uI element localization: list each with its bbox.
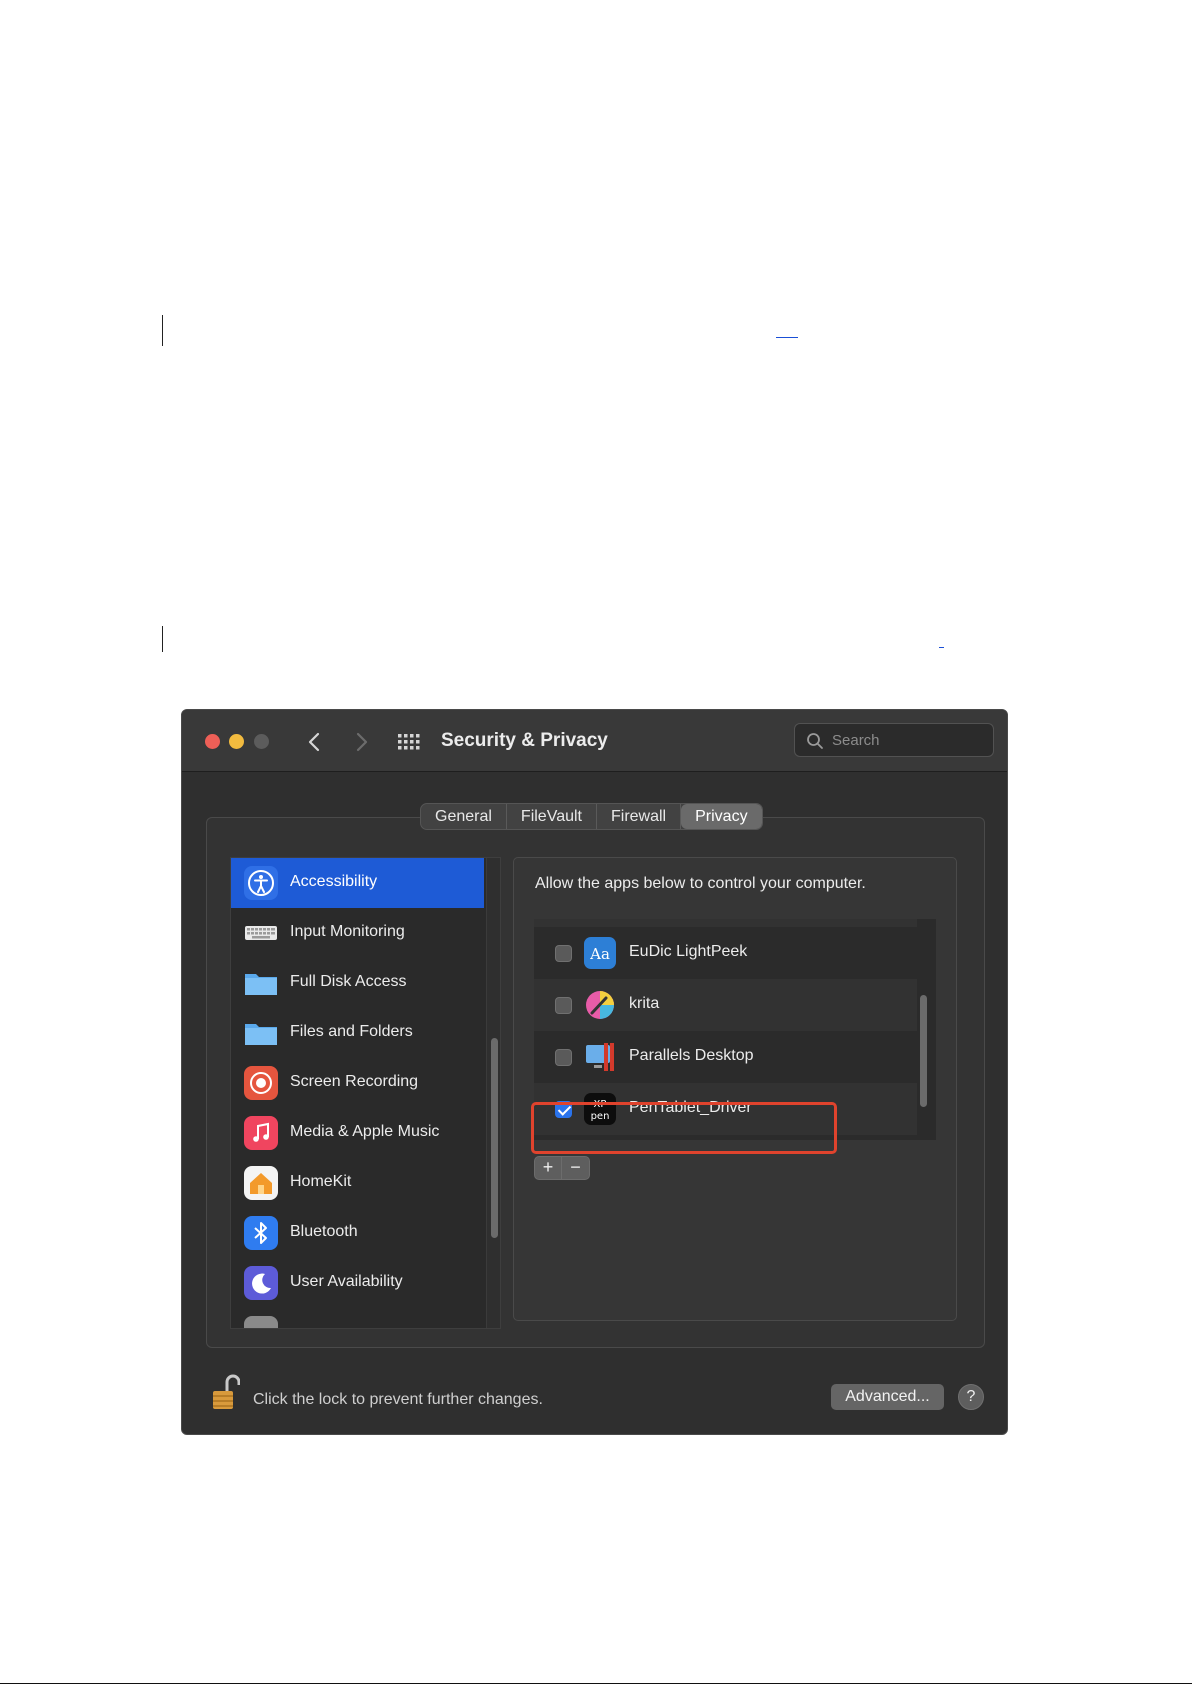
screen-recording-icon [244,1066,278,1100]
chevron-right-icon [356,732,368,752]
list-item[interactable] [534,919,917,927]
sidebar-scroll-thumb[interactable] [491,1038,498,1238]
tab-privacy[interactable]: Privacy [681,804,762,829]
search-icon [807,733,823,749]
sidebar-item-label: User Availability [290,1273,403,1290]
lock-message: Click the lock to prevent further change… [253,1391,543,1408]
text-cursor [162,626,163,652]
krita-icon [584,989,616,1021]
privacy-detail-pane: Allow the apps below to control your com… [513,857,957,1321]
tab-filevault[interactable]: FileVault [507,804,597,829]
text-cursor [162,315,163,346]
title-bar: Security & Privacy Search [182,710,1007,772]
zoom-window-button[interactable] [254,734,269,749]
pane-description: Allow the apps below to control your com… [535,875,866,892]
sidebar-item-label: Input Monitoring [290,923,405,940]
security-privacy-window: Security & Privacy Search General FileVa… [181,709,1008,1435]
forward-button[interactable] [347,728,375,756]
add-app-button[interactable]: + [534,1156,562,1180]
chevron-left-icon [308,732,320,752]
folder-icon [244,1016,278,1050]
sidebar-item-label: Files and Folders [290,1023,413,1040]
sidebar-item-partial[interactable] [231,1308,484,1328]
parallels-icon [584,1041,616,1073]
tab-firewall[interactable]: Firewall [597,804,682,829]
sidebar-item-homekit[interactable]: HomeKit [231,1158,484,1208]
app-label: EuDic LightPeek [629,943,748,960]
window-title: Security & Privacy [441,730,608,751]
grid-icon [398,734,420,750]
link-underline[interactable] [776,337,798,338]
list-item[interactable]: krita [534,979,917,1031]
sidebar-item-label: Accessibility [290,873,378,890]
sidebar-item-user-availability[interactable]: User Availability [231,1258,484,1308]
folder-icon [244,966,278,1000]
sidebar-item-label: Full Disk Access [290,973,407,990]
app-label: krita [629,995,660,1012]
svg-text:Aa: Aa [589,945,610,963]
accessibility-icon [244,866,278,900]
app-checkbox[interactable] [555,945,572,962]
app-checkbox[interactable] [555,997,572,1014]
sidebar-item-files-and-folders[interactable]: Files and Folders [231,1008,484,1058]
search-placeholder: Search [832,732,880,749]
music-icon [244,1116,278,1150]
list-item[interactable]: Parallels Desktop [534,1031,917,1083]
eudic-icon: Aa [584,937,616,969]
sidebar-item-media-apple-music[interactable]: Media & Apple Music [231,1108,484,1158]
tab-bar: General FileVault Firewall Privacy [420,803,763,830]
show-all-button[interactable] [397,730,421,754]
privacy-category-list: Accessibility Input Monitoring Full Disk… [230,857,501,1329]
sidebar-item-label: Screen Recording [290,1073,419,1090]
remove-app-button[interactable]: − [562,1156,590,1180]
sidebar-item-input-monitoring[interactable]: Input Monitoring [231,908,484,958]
app-list-scroll-thumb[interactable] [920,995,927,1107]
sidebar-item-full-disk-access[interactable]: Full Disk Access [231,958,484,1008]
keyboard-icon [244,916,278,950]
minimize-window-button[interactable] [229,734,244,749]
lock-icon[interactable] [210,1373,241,1413]
sidebar-item-label: Media & Apple Music [290,1123,440,1140]
moon-icon [244,1266,278,1300]
help-button[interactable]: ? [958,1384,984,1410]
search-field[interactable]: Search [794,723,994,757]
advanced-button[interactable]: Advanced... [831,1384,944,1410]
link-underline[interactable] [939,647,944,648]
sidebar-item-accessibility[interactable]: Accessibility [231,858,484,908]
sidebar-item-label: Bluetooth [290,1223,358,1240]
sidebar-item-screen-recording[interactable]: Screen Recording [231,1058,484,1108]
highlight-annotation [531,1102,837,1154]
app-checkbox[interactable] [555,1049,572,1066]
add-remove-controls: + − [534,1156,590,1180]
bluetooth-icon [244,1216,278,1250]
list-item[interactable]: Aa EuDic LightPeek [534,927,917,979]
sidebar-item-bluetooth[interactable]: Bluetooth [231,1208,484,1258]
close-window-button[interactable] [205,734,220,749]
back-button[interactable] [301,728,329,756]
partial-icon [244,1316,278,1328]
home-icon [244,1166,278,1200]
tab-general[interactable]: General [421,804,507,829]
page-divider [0,1683,1192,1684]
app-label: Parallels Desktop [629,1047,754,1064]
sidebar-item-label: HomeKit [290,1173,352,1190]
